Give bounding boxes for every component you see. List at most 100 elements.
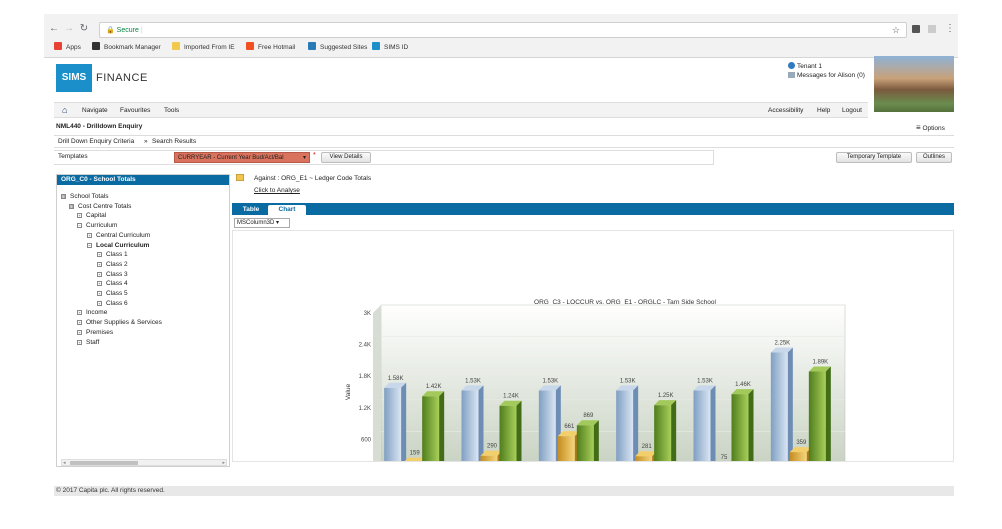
tab-chart[interactable]: Chart [268,205,306,215]
tenant-label[interactable]: Tenant 1 [797,63,822,70]
expand-toggle-icon[interactable]: + [97,300,102,306]
expand-toggle-icon[interactable]: + [77,339,82,345]
tree-item[interactable]: + Other Supplies & Services [77,319,162,326]
sims-logo[interactable]: SIMS [56,64,92,92]
data-label: 1.89K [812,359,828,365]
menu-navigate[interactable]: Navigate [82,107,108,114]
dropdown-arrow-icon: ▾ [276,220,280,226]
bookmark-star-icon[interactable]: ☆ [892,25,900,36]
scroll-right-icon[interactable]: ▸ [222,460,225,466]
menu-favourites[interactable]: Favourites [120,107,150,114]
expand-toggle-icon[interactable]: + [97,252,102,258]
expand-toggle-icon[interactable]: − [87,242,92,248]
tree-item[interactable]: + Class 6 [97,300,128,307]
tree-item[interactable]: + Capital [77,212,106,219]
view-details-button[interactable]: View Details [321,152,371,163]
bar-side [710,385,716,471]
bookmark-5[interactable]: SIMS ID [372,42,408,51]
outlines-button[interactable]: Outlines [916,152,952,163]
data-label: 661 [564,424,575,430]
tree-header: ORG_C0 - School Totals [57,175,229,185]
browser-chrome: ← → ↻ 🔒 Secure | ☆ ⋮ Apps Bookmark Manage… [44,14,958,58]
tree-item[interactable]: + Class 1 [97,251,128,258]
tree-panel: ORG_C0 - School Totals ⊟ School Totals ⊟ Co… [56,174,230,467]
y-tick-label: 600 [361,437,372,443]
menu-help[interactable]: Help [817,107,830,114]
expand-toggle-icon[interactable]: ⊟ [69,203,74,209]
reload-icon[interactable]: ↻ [78,23,90,35]
required-marker: * [313,152,316,159]
click-to-analyse-link[interactable]: Click to Analyse [254,187,300,194]
apps-icon [54,42,62,50]
scroll-left-icon[interactable]: ◂ [63,460,66,466]
folder-icon [236,174,244,181]
tree-item[interactable]: + Class 3 [97,271,128,278]
tree-item[interactable]: − Local Curriculum [87,242,149,249]
bookmark-4[interactable]: Suggested Sites [308,42,367,51]
expand-toggle-icon[interactable]: + [87,232,92,238]
chart-type-select[interactable]: MSColumn3D ▾ [234,218,290,228]
expand-toggle-icon[interactable]: + [97,261,102,267]
bing-icon [308,42,316,50]
data-label: 281 [642,444,653,450]
breadcrumb-criteria[interactable]: Drill Down Enquiry Criteria [58,138,134,145]
bar-budget-left [654,405,672,471]
bookmark-3[interactable]: Free Hotmail [246,42,295,51]
y-tick-label: 3K [364,311,371,317]
bookmark-2[interactable]: Imported From IE [172,42,235,51]
data-label: 1.25K [658,393,674,399]
extension-2-icon[interactable] [928,25,936,33]
bookmark-label: Imported From IE [184,44,235,51]
school-photo [874,56,954,112]
tree-item-label: Central Curriculum [96,231,151,239]
expand-toggle-icon[interactable]: + [77,329,82,335]
expand-toggle-icon[interactable]: + [77,320,82,326]
extension-icon[interactable] [912,25,920,33]
template-select[interactable]: CURRYEAR - Current Year Bud/Act/Bal ▾ [174,152,310,163]
expand-toggle-icon[interactable]: + [77,310,82,316]
address-bar[interactable]: 🔒 Secure | ☆ [99,22,907,38]
expand-toggle-icon[interactable]: + [97,291,102,296]
bookmark-1[interactable]: Bookmark Manager [92,42,161,51]
bookmark-label: Suggested Sites [320,44,368,51]
bar-budget-left [422,396,440,471]
expand-toggle-icon[interactable]: ⊟ [61,194,66,199]
expand-toggle-icon[interactable]: + [77,213,82,219]
menu-dots-icon[interactable]: ⋮ [944,23,956,35]
menu-logout[interactable]: Logout [842,107,862,114]
tree-item[interactable]: + Class 2 [97,261,128,268]
tree-item-label: Other Supplies & Services [86,319,162,327]
tree-item[interactable]: + Premises [77,329,113,336]
forward-arrow-icon[interactable]: → [63,23,75,35]
horizontal-scrollbar[interactable]: ◂ ▸ [61,459,227,466]
back-arrow-icon[interactable]: ← [48,23,60,35]
bookmark-0[interactable]: Apps [54,42,81,51]
home-icon[interactable]: ⌂ [62,105,67,115]
messages-label[interactable]: Messages for Alison (0) [797,72,865,79]
tree-item[interactable]: ⊟ Cost Centre Totals [69,203,131,210]
tree-item[interactable]: + Central Curriculum [87,232,150,239]
tree-item[interactable]: + Class 4 [97,280,128,287]
tree-item[interactable]: + Income [77,309,107,316]
expand-toggle-icon[interactable]: + [97,281,102,287]
bar-side [748,389,754,471]
tree-item[interactable]: ⊟ School Totals [61,193,109,200]
menu-accessibility[interactable]: Accessibility [768,107,803,114]
temporary-template-button[interactable]: Temporary Template [836,152,912,163]
messages-link[interactable]: Messages for Alison (0) [788,72,865,79]
secure-indicator: 🔒 Secure | [106,27,143,34]
expand-toggle-icon[interactable]: − [77,223,82,229]
footer: © 2017 Capita plc. All rights reserved. [54,486,954,496]
scrollbar-thumb[interactable] [70,461,138,465]
result-tabs: Table Chart [232,203,954,215]
tree-item[interactable]: − Curriculum [77,222,117,229]
tree-item[interactable]: + Class 5 [97,290,128,297]
tab-table[interactable]: Table [236,205,266,215]
options-button[interactable]: ≡ Options [916,123,945,132]
secure-label: Secure [116,27,139,34]
menu-tools[interactable]: Tools [164,107,179,114]
expand-toggle-icon[interactable]: + [97,271,102,277]
tree-item-label: Class 3 [106,270,128,278]
tree-item[interactable]: + Staff [77,339,99,346]
bar-side [593,420,599,471]
